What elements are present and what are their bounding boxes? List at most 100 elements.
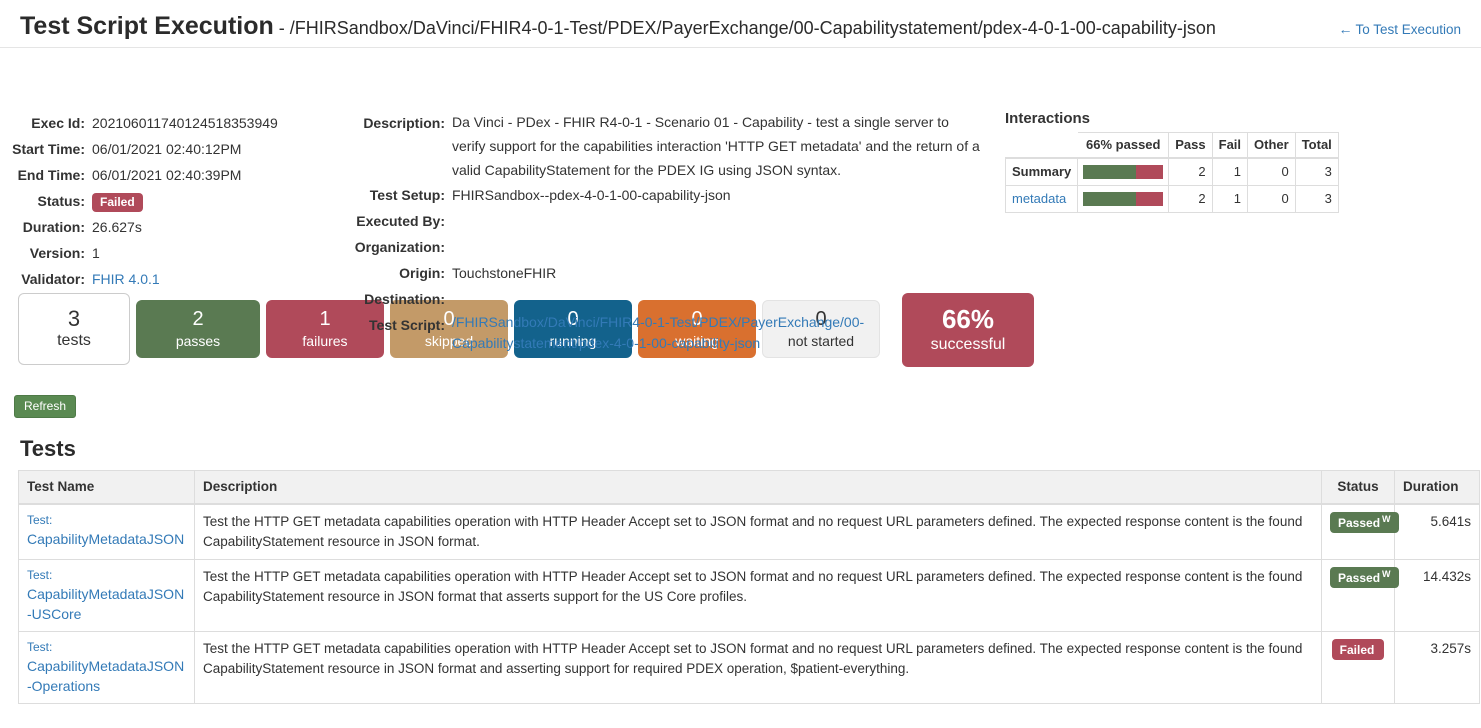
test-script-link[interactable]: /FHIRSandbox/DaVinci/FHIR4-0-1-Test/PDEX… bbox=[452, 312, 882, 354]
exec-id-label: Exec Id: bbox=[31, 115, 85, 131]
left-arrow-icon: ← bbox=[1338, 21, 1353, 37]
interactions-pass-value: 2 bbox=[1168, 157, 1213, 186]
interactions-col-other: Other bbox=[1247, 132, 1296, 159]
status-label: Status: bbox=[37, 193, 85, 209]
test-duration-cell: 5.641s bbox=[1394, 503, 1480, 560]
test-duration-cell: 3.257s bbox=[1394, 631, 1480, 704]
test-status-cell: Failed bbox=[1321, 631, 1395, 704]
back-to-test-execution-link[interactable]: ← To Test Execution bbox=[1338, 21, 1461, 37]
status-row: Status: Failed bbox=[0, 188, 340, 214]
interactions-table: 66% passed Pass Fail Other Total Summary bbox=[1004, 132, 1339, 213]
tests-section-heading: Tests bbox=[20, 436, 76, 461]
test-description-cell: Test the HTTP GET metadata capabilities … bbox=[194, 559, 1322, 632]
test-description-cell: Test the HTTP GET metadata capabilities … bbox=[194, 631, 1322, 704]
test-name-link[interactable]: CapabilityMetadataJSON bbox=[27, 529, 186, 549]
execution-details-column: Exec Id: 202106011740124518353949 Start … bbox=[0, 110, 340, 292]
status-warning-superscript: W bbox=[1382, 569, 1391, 579]
table-row: Test: CapabilityMetadataJSON-USCore Test… bbox=[18, 559, 1480, 632]
version-value: 1 bbox=[92, 245, 100, 261]
interactions-panel: Interactions 66% passed Pass Fail Other … bbox=[1004, 110, 1339, 213]
executed-by-label: Executed By: bbox=[356, 213, 445, 229]
interactions-row: Summary 2 1 0 3 bbox=[1004, 157, 1339, 186]
end-time-row: End Time: 06/01/2021 02:40:39PM bbox=[0, 162, 340, 188]
interactions-col-blank bbox=[1004, 132, 1079, 159]
interactions-pass-value: 2 bbox=[1168, 185, 1213, 213]
page-header: Test Script Execution - /FHIRSandbox/DaV… bbox=[0, 0, 1481, 48]
table-row: Test: CapabilityMetadataJSON Test the HT… bbox=[18, 503, 1480, 560]
interactions-row-name-metadata[interactable]: metadata bbox=[1004, 185, 1079, 213]
pass-rate-bar bbox=[1083, 192, 1164, 206]
tests-table: Test Name Description Status Duration Te… bbox=[18, 470, 1480, 704]
executed-by-row: Executed By: bbox=[340, 208, 990, 234]
interactions-fail-value: 1 bbox=[1211, 185, 1249, 213]
version-label: Version: bbox=[29, 245, 85, 261]
exec-id-value: 202106011740124518353949 bbox=[92, 115, 278, 131]
status-badge: Failed bbox=[92, 192, 143, 212]
script-details-column: Description: Da Vinci - PDex - FHIR R4-0… bbox=[340, 110, 990, 354]
validator-row: Validator: FHIR 4.0.1 bbox=[0, 266, 340, 292]
description-value: Da Vinci - PDex - FHIR R4-0-1 - Scenario… bbox=[452, 114, 980, 178]
stat-value-tests: 3 bbox=[67, 306, 81, 331]
tests-table-header-row: Test Name Description Status Duration bbox=[18, 470, 1480, 505]
status-badge: Failed bbox=[1331, 639, 1385, 660]
status-badge: Passed W bbox=[1330, 512, 1399, 533]
interactions-progress-cell bbox=[1077, 185, 1170, 213]
description-label: Description: bbox=[363, 115, 445, 131]
test-status-cell: Passed W bbox=[1321, 559, 1399, 632]
stat-value-passes: 2 bbox=[192, 308, 204, 330]
interactions-row: metadata 2 1 0 3 bbox=[1004, 185, 1339, 213]
status-badge-label: Passed bbox=[1338, 571, 1381, 585]
test-prefix-label[interactable]: Test: bbox=[27, 567, 186, 584]
refresh-button[interactable]: Refresh bbox=[14, 395, 77, 418]
interactions-other-value: 0 bbox=[1247, 185, 1296, 213]
organization-label: Organization: bbox=[354, 239, 445, 255]
validator-label: Validator: bbox=[21, 271, 85, 287]
description-row: Description: Da Vinci - PDex - FHIR R4-0… bbox=[340, 110, 990, 182]
tests-col-test-name: Test Name bbox=[18, 470, 195, 505]
origin-row: Origin: TouchstoneFHIR bbox=[340, 260, 990, 286]
status-badge-label: Passed bbox=[1338, 516, 1381, 530]
interactions-header-row: 66% passed Pass Fail Other Total bbox=[1004, 132, 1339, 159]
test-script-row: Test Script: /FHIRSandbox/DaVinci/FHIR4-… bbox=[340, 312, 990, 354]
page-title: Test Script Execution - /FHIRSandbox/DaV… bbox=[20, 14, 1216, 39]
pass-rate-bar bbox=[1083, 165, 1164, 179]
stat-box-tests[interactable]: 3 tests bbox=[18, 293, 130, 365]
page-title-path: /FHIRSandbox/DaVinci/FHIR4-0-1-Test/PDEX… bbox=[289, 18, 1216, 38]
status-warning-superscript: W bbox=[1382, 514, 1391, 524]
duration-row: Duration: 26.627s bbox=[0, 214, 340, 240]
page-title-separator: - bbox=[273, 18, 290, 38]
test-name-link[interactable]: CapabilityMetadataJSON-Operations bbox=[27, 656, 186, 696]
origin-label: Origin: bbox=[399, 265, 445, 281]
page-title-main: Test Script Execution bbox=[20, 12, 274, 40]
test-prefix-label[interactable]: Test: bbox=[27, 512, 186, 529]
stat-label-tests: tests bbox=[57, 332, 91, 349]
duration-label: Duration: bbox=[22, 219, 85, 235]
test-name-cell: Test: CapabilityMetadataJSON-Operations bbox=[18, 631, 195, 704]
test-prefix-label[interactable]: Test: bbox=[27, 639, 186, 656]
pass-rate-bar-pass bbox=[1083, 192, 1137, 206]
status-badge-label: Failed bbox=[1339, 643, 1375, 657]
pass-rate-bar-fail bbox=[1136, 192, 1164, 206]
test-name-cell: Test: CapabilityMetadataJSON bbox=[18, 503, 195, 560]
version-row: Version: 1 bbox=[0, 240, 340, 266]
end-time-value: 06/01/2021 02:40:39PM bbox=[92, 167, 242, 183]
destination-label: Destination: bbox=[364, 291, 445, 307]
refresh-button-wrap: Refresh bbox=[0, 383, 1481, 418]
test-status-cell: Passed W bbox=[1321, 503, 1399, 560]
end-time-label: End Time: bbox=[17, 167, 85, 183]
interactions-row-name-summary: Summary bbox=[1004, 157, 1079, 186]
table-row: Test: CapabilityMetadataJSON-Operations … bbox=[18, 631, 1480, 704]
test-setup-row: Test Setup: FHIRSandbox--pdex-4-0-1-00-c… bbox=[340, 182, 990, 208]
validator-link[interactable]: FHIR 4.0.1 bbox=[92, 266, 160, 292]
interactions-total-value: 3 bbox=[1294, 185, 1339, 213]
test-script-label: Test Script: bbox=[369, 317, 445, 333]
stat-box-passes[interactable]: 2 passes bbox=[136, 300, 260, 358]
start-time-value: 06/01/2021 02:40:12PM bbox=[92, 141, 242, 157]
test-setup-value: FHIRSandbox--pdex-4-0-1-00-capability-js… bbox=[452, 187, 731, 203]
test-description-cell: Test the HTTP GET metadata capabilities … bbox=[194, 503, 1322, 560]
interactions-title: Interactions bbox=[1005, 110, 1091, 127]
pass-rate-bar-pass bbox=[1083, 165, 1137, 179]
execution-summary-area: Exec Id: 202106011740124518353949 Start … bbox=[0, 48, 1481, 351]
test-name-link[interactable]: CapabilityMetadataJSON-USCore bbox=[27, 584, 186, 624]
test-duration-cell: 14.432s bbox=[1394, 559, 1480, 632]
